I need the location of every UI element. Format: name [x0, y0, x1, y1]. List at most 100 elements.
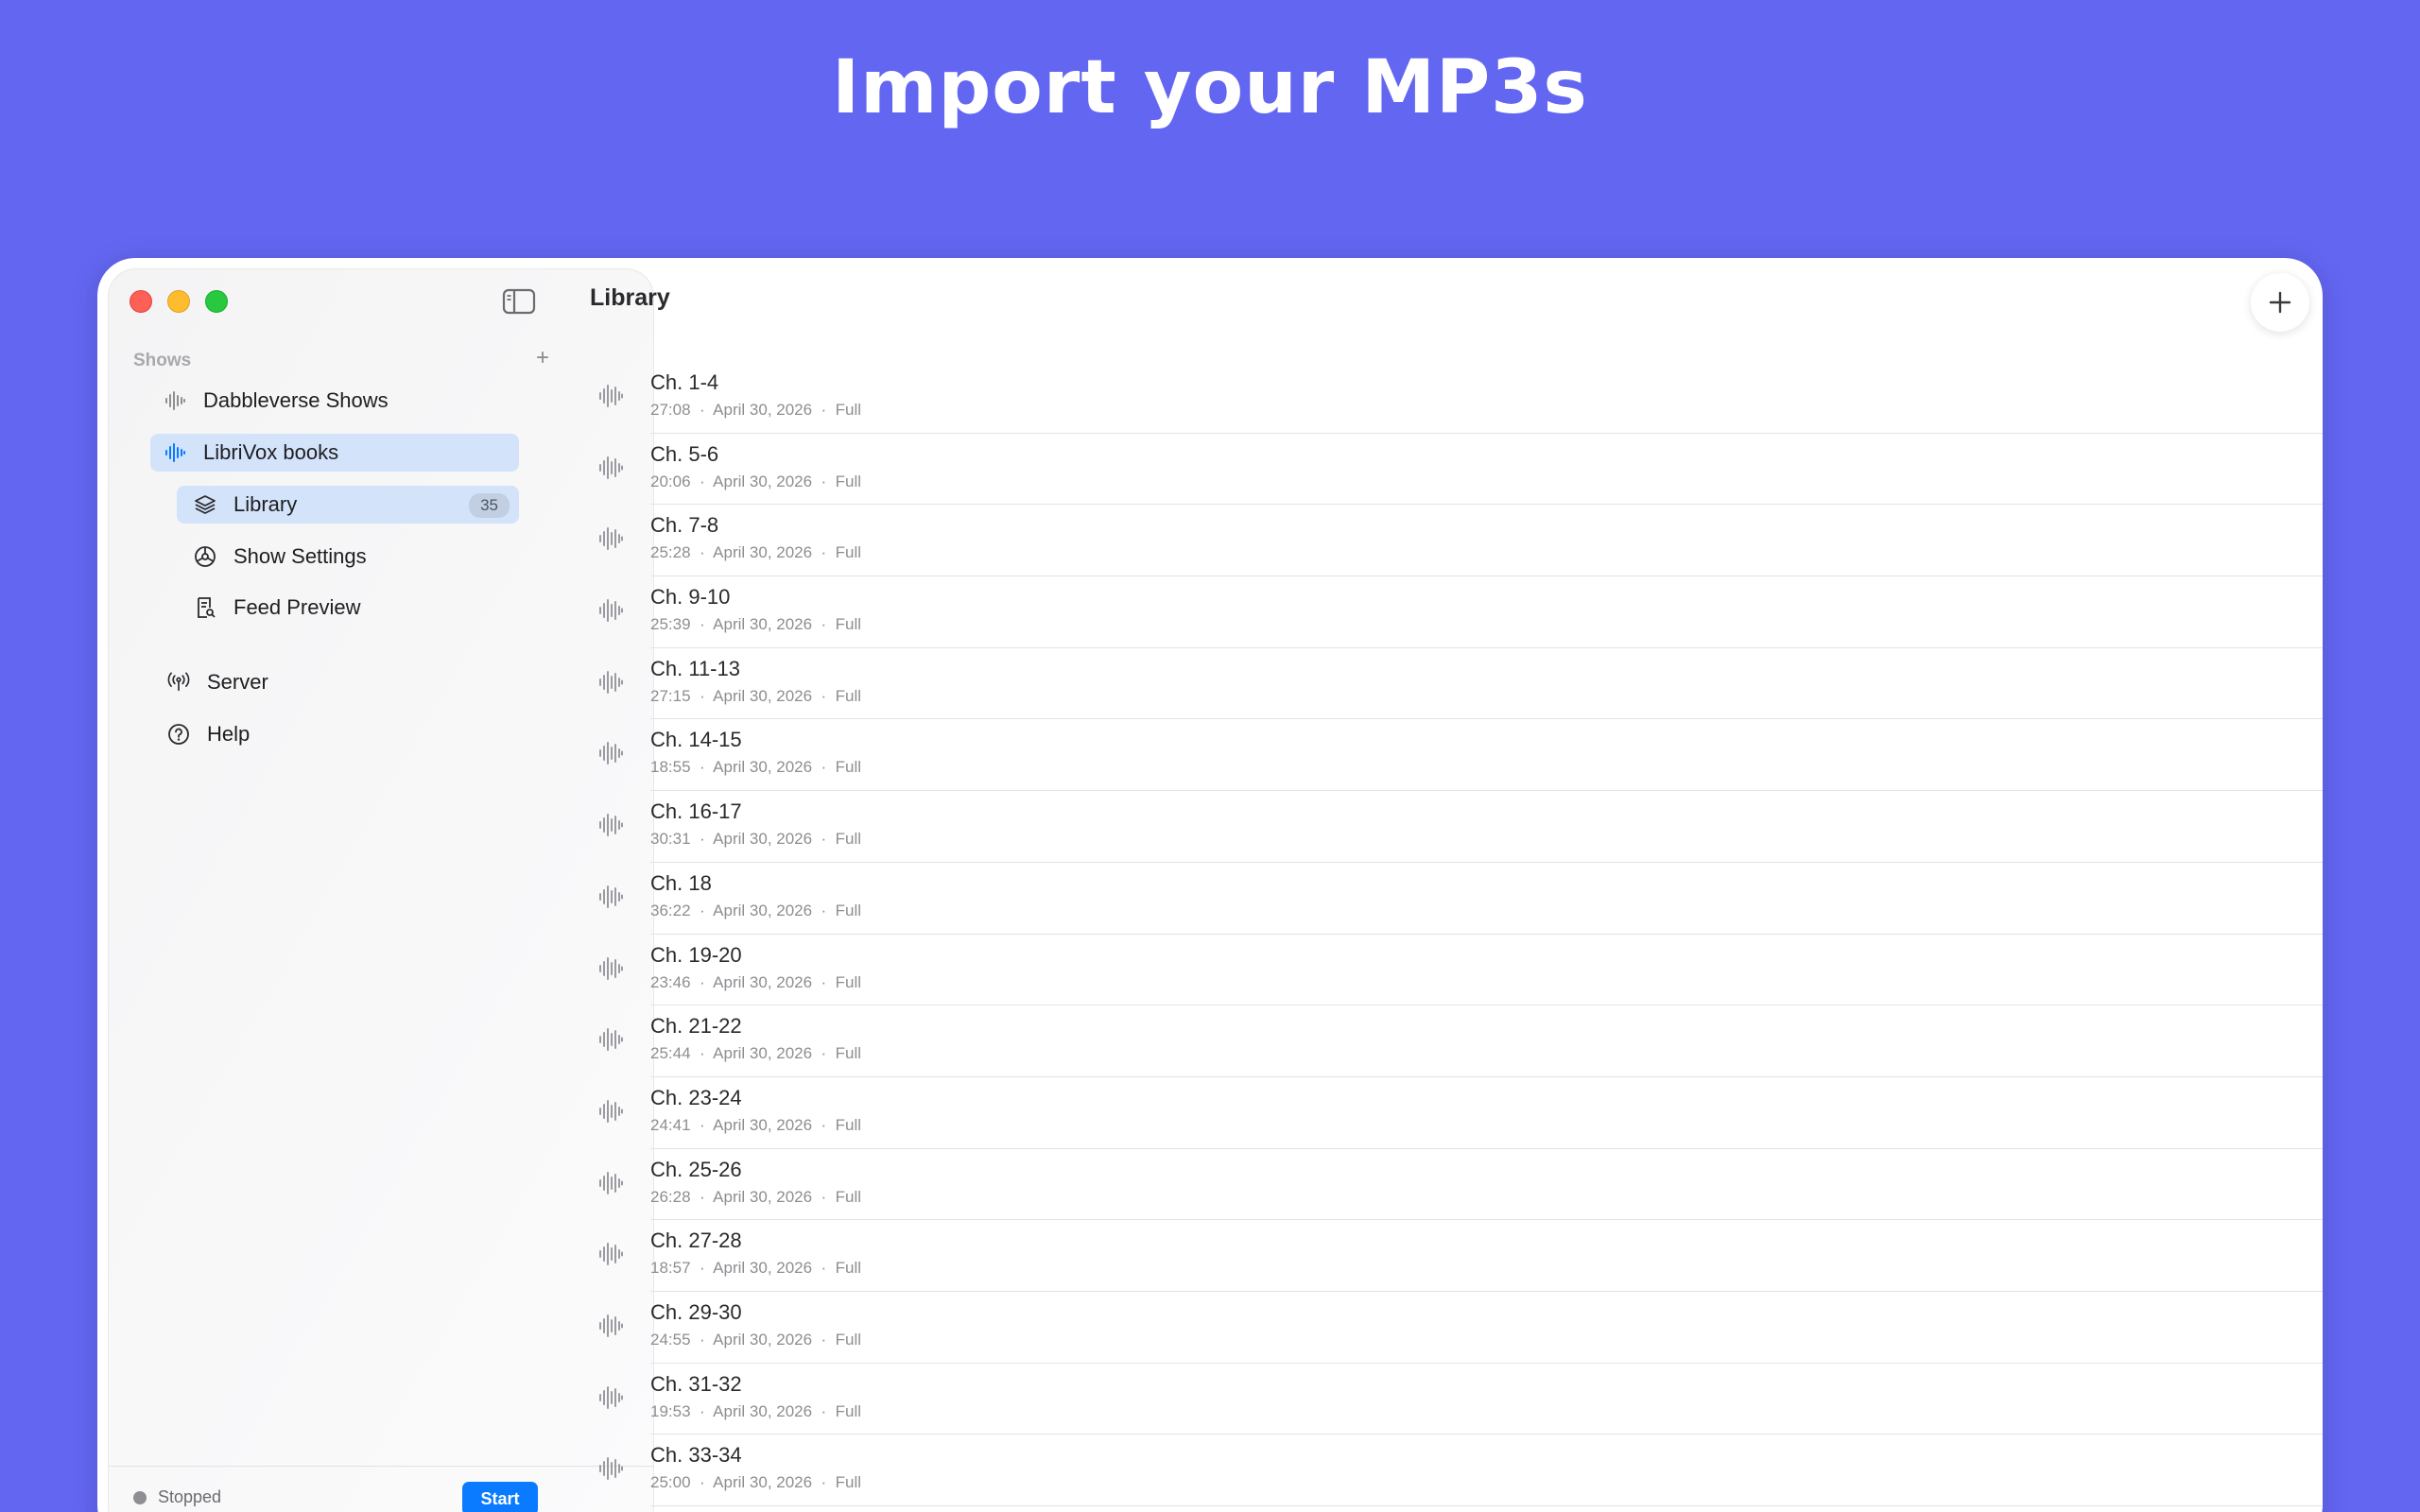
episode-meta: 18:57 · April 30, 2026 · Full	[650, 1259, 861, 1278]
zoom-window-button[interactable]	[205, 290, 228, 313]
episode-title: Ch. 14-15	[650, 728, 742, 752]
waveform-icon	[598, 1241, 623, 1267]
row-divider	[650, 1505, 2323, 1506]
episode-title: Ch. 23-24	[650, 1085, 742, 1109]
add-show-button[interactable]: +	[536, 345, 549, 371]
sidebar-item-label: Server	[207, 670, 268, 694]
episode-type: Full	[835, 615, 862, 634]
library-count-badge: 35	[469, 493, 510, 518]
episode-date: April 30, 2026	[713, 1044, 813, 1063]
sidebar-item-server[interactable]: Server	[167, 663, 519, 701]
episode-row[interactable]: Ch. 18 36:22 · April 30, 2026 · Full	[589, 863, 2323, 935]
episode-date: April 30, 2026	[713, 1187, 813, 1206]
meta-separator: ·	[812, 830, 836, 849]
episode-row[interactable]: Ch. 7-8 25:28 · April 30, 2026 · Full	[589, 505, 2323, 577]
layers-icon	[194, 493, 216, 516]
episode-date: April 30, 2026	[713, 758, 813, 777]
episode-type: Full	[835, 1044, 862, 1063]
episode-date: April 30, 2026	[713, 1473, 813, 1492]
sidebar-toggle-icon[interactable]	[502, 288, 536, 315]
sidebar-item-library[interactable]: Library 35	[177, 486, 519, 524]
meta-separator: ·	[812, 615, 836, 634]
episode-row[interactable]: Ch. 33-34 25:00 · April 30, 2026 · Full	[589, 1435, 2323, 1506]
close-window-button[interactable]	[130, 290, 152, 313]
episode-row[interactable]: Ch. 14-15 18:55 · April 30, 2026 · Full	[589, 719, 2323, 792]
app-window: Shows + Dabbleverse Shows LibriVox books…	[97, 258, 2323, 1512]
waveform-icon	[598, 812, 623, 838]
episode-duration: 18:55	[650, 758, 691, 777]
episode-row[interactable]: Ch. 9-10 25:39 · April 30, 2026 · Full	[589, 576, 2323, 648]
meta-separator: ·	[690, 758, 714, 777]
episode-date: April 30, 2026	[713, 686, 813, 705]
meta-separator: ·	[812, 1115, 836, 1134]
sidebar-item-help[interactable]: Help	[167, 715, 519, 753]
episode-date: April 30, 2026	[713, 615, 813, 634]
waveform-icon	[598, 1384, 623, 1411]
episode-date: April 30, 2026	[713, 1259, 813, 1278]
status-text: Stopped	[158, 1487, 222, 1506]
episode-date: April 30, 2026	[713, 1115, 813, 1134]
episode-meta: 27:15 · April 30, 2026 · Full	[650, 687, 861, 706]
sidebar-item-dabbleverse-shows[interactable]: Dabbleverse Shows	[150, 382, 519, 420]
waveform-icon	[598, 884, 623, 910]
episode-meta: 24:55 · April 30, 2026 · Full	[650, 1331, 861, 1349]
episode-row[interactable]: Ch. 21-22 25:44 · April 30, 2026 · Full	[589, 1005, 2323, 1077]
episode-row[interactable]: Ch. 16-17 30:31 · April 30, 2026 · Full	[589, 791, 2323, 863]
episode-title: Ch. 16-17	[650, 799, 742, 824]
episode-row[interactable]: Ch. 5-6 20:06 · April 30, 2026 · Full	[589, 434, 2323, 506]
meta-separator: ·	[812, 1044, 836, 1063]
meta-separator: ·	[812, 901, 836, 919]
meta-separator: ·	[812, 1187, 836, 1206]
episode-row[interactable]: Ch. 27-28 18:57 · April 30, 2026 · Full	[589, 1220, 2323, 1292]
meta-separator: ·	[690, 1259, 714, 1278]
episode-row[interactable]: Ch. 19-20 23:46 · April 30, 2026 · Full	[589, 935, 2323, 1006]
episode-duration: 18:57	[650, 1259, 691, 1278]
settings-wheel-icon	[194, 545, 216, 568]
meta-separator: ·	[812, 1259, 836, 1278]
episode-date: April 30, 2026	[713, 972, 813, 991]
sidebar-item-feed-preview[interactable]: Feed Preview	[177, 589, 519, 627]
episode-title: Ch. 11-13	[650, 656, 740, 680]
section-header-shows: Shows	[133, 351, 192, 370]
episode-row[interactable]: Ch. 31-32 19:53 · April 30, 2026 · Full	[589, 1364, 2323, 1435]
waveform-icon	[598, 597, 623, 624]
episode-meta: 25:28 · April 30, 2026 · Full	[650, 543, 861, 562]
antenna-icon	[167, 671, 190, 694]
episode-title: Ch. 1-4	[650, 370, 719, 394]
episode-row[interactable]: Ch. 23-24 24:41 · April 30, 2026 · Full	[589, 1077, 2323, 1149]
episode-row[interactable]: Ch. 25-26 26:28 · April 30, 2026 · Full	[589, 1149, 2323, 1221]
episode-duration: 25:39	[650, 615, 691, 634]
waveform-icon	[598, 1313, 623, 1339]
episode-type: Full	[835, 1259, 862, 1278]
add-episode-button[interactable]	[2251, 273, 2309, 332]
episode-meta: 30:31 · April 30, 2026 · Full	[650, 830, 861, 849]
meta-separator: ·	[690, 1330, 714, 1349]
sidebar: Shows + Dabbleverse Shows LibriVox books…	[108, 268, 654, 1512]
episode-row[interactable]: Ch. 1-4 27:08 · April 30, 2026 · Full	[589, 362, 2323, 434]
sidebar-item-librivox-books[interactable]: LibriVox books	[150, 434, 519, 472]
waveform-icon	[598, 1098, 623, 1125]
episode-duration: 25:28	[650, 543, 691, 562]
episode-row[interactable]: Ch. 29-30 24:55 · April 30, 2026 · Full	[589, 1292, 2323, 1364]
meta-separator: ·	[690, 1115, 714, 1134]
meta-separator: ·	[690, 901, 714, 919]
waveform-icon	[598, 1170, 623, 1196]
meta-separator: ·	[812, 472, 836, 490]
episode-type: Full	[835, 1330, 862, 1349]
start-server-button[interactable]: Start	[462, 1482, 538, 1512]
episode-meta: 20:06 · April 30, 2026 · Full	[650, 472, 861, 491]
sidebar-item-label: Show Settings	[233, 544, 367, 568]
waveform-icon	[164, 389, 186, 412]
meta-separator: ·	[812, 543, 836, 562]
episode-duration: 27:15	[650, 686, 691, 705]
sidebar-item-show-settings[interactable]: Show Settings	[177, 538, 519, 576]
episode-row[interactable]: Ch. 11-13 27:15 · April 30, 2026 · Full	[589, 648, 2323, 720]
episode-meta: 36:22 · April 30, 2026 · Full	[650, 902, 861, 920]
episode-duration: 23:46	[650, 972, 691, 991]
episode-duration: 26:28	[650, 1187, 691, 1206]
sidebar-item-label: LibriVox books	[203, 440, 339, 464]
episode-list: Ch. 1-4 27:08 · April 30, 2026 · Full Ch. …	[589, 362, 2323, 1506]
episode-date: April 30, 2026	[713, 543, 813, 562]
document-search-icon	[194, 596, 216, 619]
minimize-window-button[interactable]	[167, 290, 190, 313]
